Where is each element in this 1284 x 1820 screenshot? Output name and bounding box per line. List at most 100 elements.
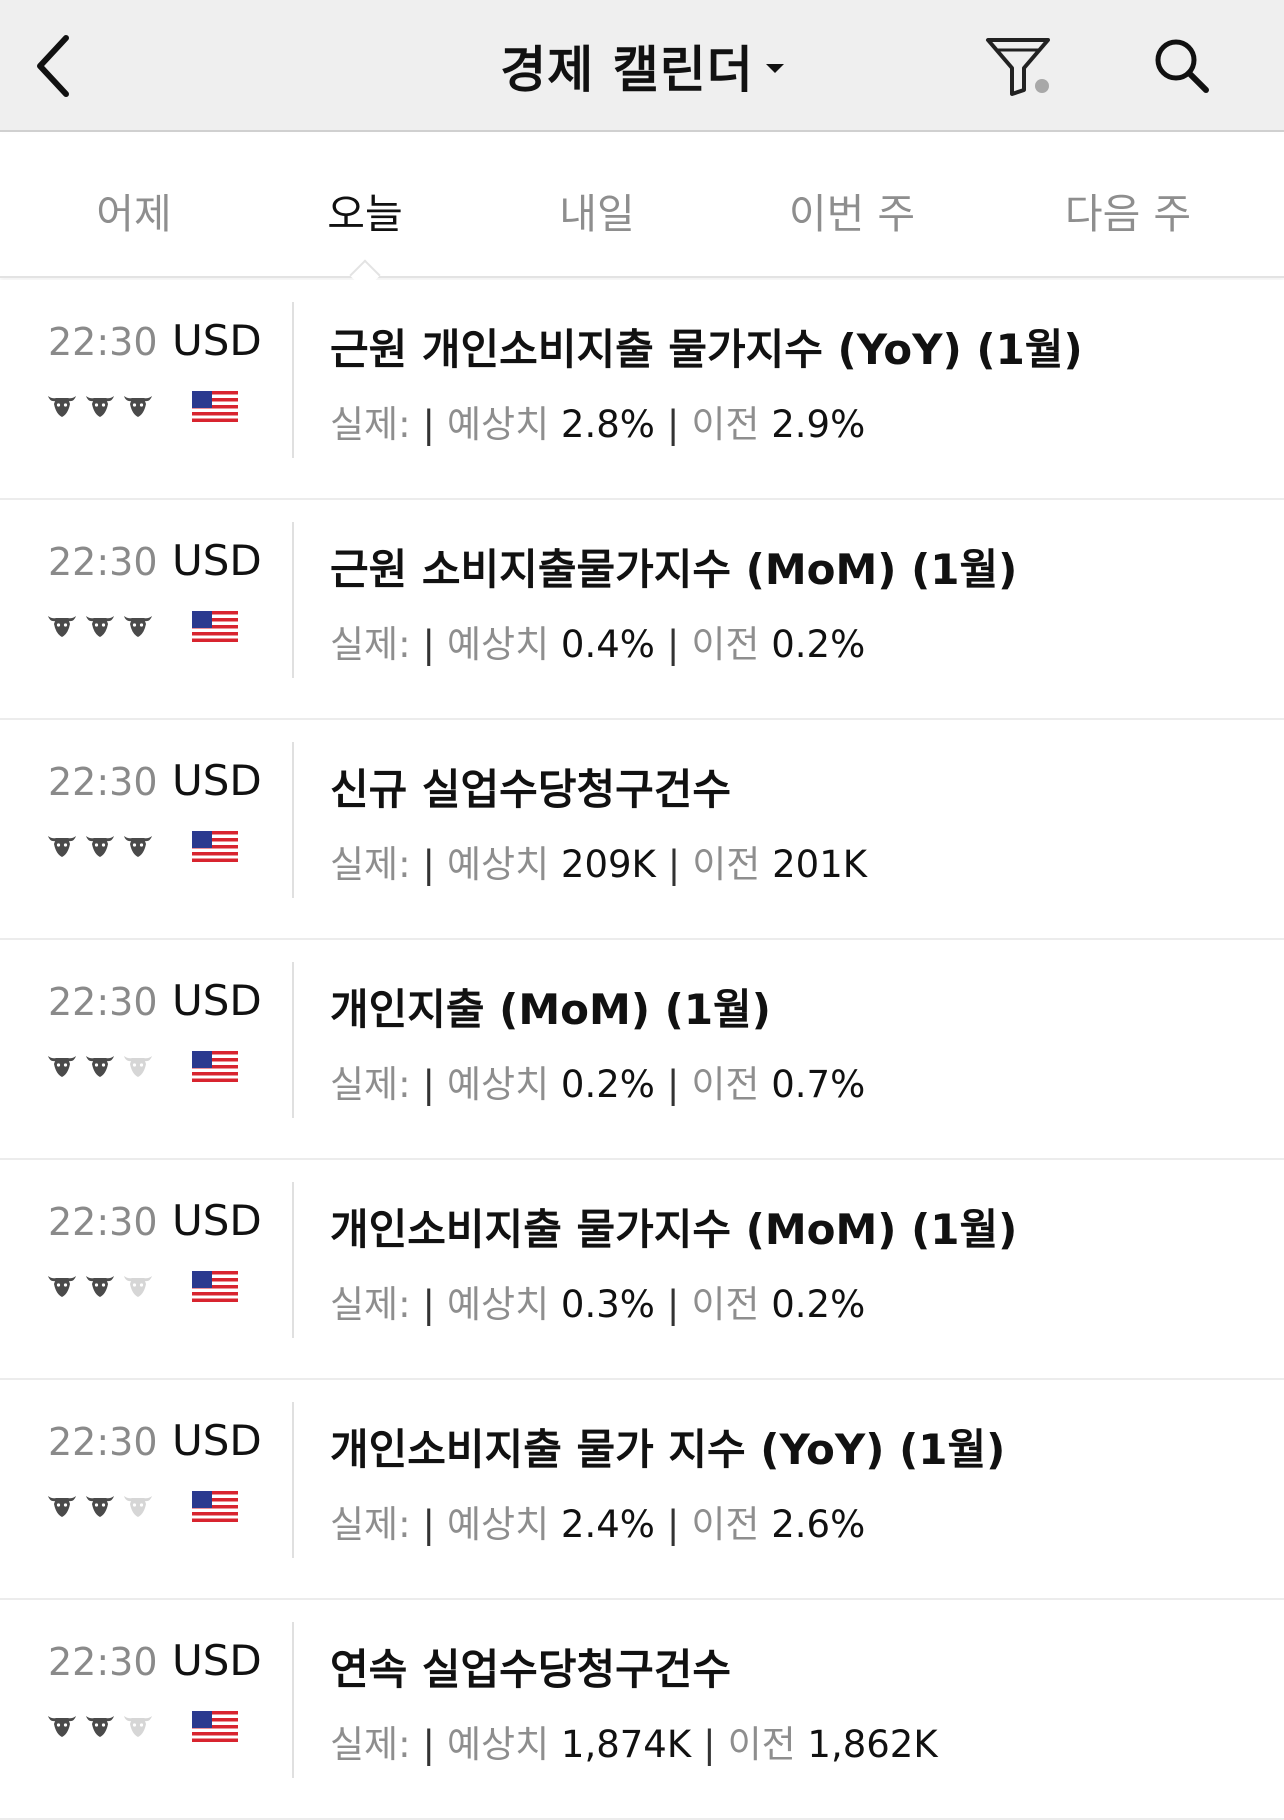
tab-today[interactable]: 오늘 <box>327 180 402 240</box>
event-time: 22:30 <box>48 320 158 364</box>
row-divider <box>292 1622 294 1778</box>
us-flag-icon <box>192 1491 238 1522</box>
us-flag-icon <box>192 1711 238 1742</box>
forecast-label: 예상치 <box>447 1283 550 1326</box>
event-row-6[interactable]: 22:30 USD 개인소비지출 물가 지수 (YoY) (1월) 실제: | 예상… <box>0 1380 1284 1600</box>
event-currency: USD <box>172 1196 262 1245</box>
importance-rating <box>46 390 156 420</box>
event-title: 근원 소비지출물가지수 (MoM) (1월) <box>330 545 1018 594</box>
previous-label: 이전 <box>691 1283 760 1326</box>
tab-tomorrow[interactable]: 내일 <box>559 180 634 240</box>
previous-value: 2.6% <box>771 1503 866 1546</box>
bull-icon <box>86 1496 114 1517</box>
importance-rating <box>46 610 156 640</box>
bull-icon <box>124 1276 152 1297</box>
forecast-label: 예상치 <box>447 1723 550 1766</box>
event-currency: USD <box>172 1636 262 1685</box>
bull-icon <box>124 1056 152 1077</box>
title-dropdown[interactable]: 경제 캘린더 <box>0 30 1284 102</box>
event-title: 신규 실업수당청구건수 <box>330 765 732 814</box>
forecast-label: 예상치 <box>447 1503 550 1546</box>
event-time: 22:30 <box>48 760 158 804</box>
event-title: 근원 개인소비지출 물가지수 (YoY) (1월) <box>330 325 1083 374</box>
forecast-label: 예상치 <box>447 843 550 886</box>
us-flag-icon <box>192 831 238 862</box>
importance-rating <box>46 1050 156 1080</box>
actual-label: 실제: <box>330 1283 411 1326</box>
filter-icon <box>986 38 1050 96</box>
importance-rating <box>46 830 156 860</box>
filter-active-dot-icon <box>1035 79 1049 93</box>
event-title: 연속 실업수당청구건수 <box>330 1645 732 1694</box>
forecast-value: 0.2% <box>560 1063 655 1106</box>
forecast-value: 2.4% <box>560 1503 655 1546</box>
separator: | <box>422 1283 436 1326</box>
actual-label: 실제: <box>330 623 411 666</box>
forecast-value: 0.4% <box>560 623 655 666</box>
event-time: 22:30 <box>48 1640 158 1684</box>
actual-label: 실제: <box>330 1503 411 1546</box>
separator: | <box>422 843 436 886</box>
bull-icon <box>124 836 152 857</box>
separator: | <box>666 623 680 666</box>
search-button[interactable] <box>1146 30 1218 102</box>
event-time: 22:30 <box>48 1420 158 1464</box>
separator: | <box>666 1283 680 1326</box>
event-row-2[interactable]: 22:30 USD 근원 소비지출물가지수 (MoM) (1월) 실제: | 예상치… <box>0 500 1284 720</box>
bull-icon <box>48 616 76 637</box>
importance-rating <box>46 1270 156 1300</box>
tab-yesterday[interactable]: 어제 <box>96 180 171 240</box>
bull-icon <box>86 1276 114 1297</box>
event-title: 개인소비지출 물가지수 (MoM) (1월) <box>330 1205 1018 1254</box>
previous-label: 이전 <box>691 403 760 446</box>
separator: | <box>422 403 436 446</box>
event-row-4[interactable]: 22:30 USD 개인지출 (MoM) (1월) 실제: | 예상치 0.2% | 이… <box>0 940 1284 1160</box>
event-stats: 실제: | 예상치 0.3% | 이전 0.2% <box>330 1274 865 1328</box>
bull-icon <box>86 1716 114 1737</box>
event-stats: 실제: | 예상치 2.8% | 이전 2.9% <box>330 394 865 448</box>
separator: | <box>667 843 681 886</box>
search-icon <box>1155 39 1209 93</box>
event-row-3[interactable]: 22:30 USD 신규 실업수당청구건수 실제: | 예상치 209K | 이전 20… <box>0 720 1284 940</box>
separator: | <box>422 1503 436 1546</box>
tab-next-week[interactable]: 다음 주 <box>1065 180 1191 240</box>
event-currency: USD <box>172 1416 262 1465</box>
separator: | <box>422 1723 436 1766</box>
forecast-label: 예상치 <box>447 623 550 666</box>
forecast-label: 예상치 <box>447 403 550 446</box>
bull-icon <box>48 836 76 857</box>
event-row-5[interactable]: 22:30 USD 개인소비지출 물가지수 (MoM) (1월) 실제: | 예상치… <box>0 1160 1284 1380</box>
tab-this-week[interactable]: 이번 주 <box>789 180 915 240</box>
previous-label: 이전 <box>691 623 760 666</box>
event-stats: 실제: | 예상치 0.2% | 이전 0.7% <box>330 1054 865 1108</box>
previous-value: 201K <box>772 843 868 886</box>
event-row-7[interactable]: 22:30 USD 연속 실업수당청구건수 실제: | 예상치 1,874K | 이전 … <box>0 1600 1284 1820</box>
bull-icon <box>86 396 114 417</box>
actual-label: 실제: <box>330 403 411 446</box>
caret-down-icon <box>765 63 784 73</box>
bull-icon <box>48 1276 76 1297</box>
row-divider <box>292 522 294 678</box>
filter-button[interactable] <box>978 28 1058 104</box>
bull-icon <box>86 836 114 857</box>
previous-label: 이전 <box>691 1063 760 1106</box>
separator: | <box>422 623 436 666</box>
event-row-1[interactable]: 22:30 USD 근원 개인소비지출 물가지수 (YoY) (1월) 실제: |… <box>0 280 1284 500</box>
previous-label: 이전 <box>692 843 761 886</box>
event-title: 개인소비지출 물가 지수 (YoY) (1월) <box>330 1425 1006 1474</box>
previous-value: 0.2% <box>771 623 866 666</box>
bull-icon <box>124 616 152 637</box>
previous-value: 0.7% <box>771 1063 866 1106</box>
bull-icon <box>124 1716 152 1737</box>
event-title: 개인지출 (MoM) (1월) <box>330 985 771 1034</box>
bull-icon <box>124 396 152 417</box>
previous-value: 0.2% <box>771 1283 866 1326</box>
event-stats: 실제: | 예상치 0.4% | 이전 0.2% <box>330 614 865 668</box>
bull-icon <box>48 396 76 417</box>
forecast-value: 1,874K <box>560 1723 692 1766</box>
us-flag-icon <box>192 1271 238 1302</box>
forecast-label: 예상치 <box>447 1063 550 1106</box>
event-time: 22:30 <box>48 540 158 584</box>
row-divider <box>292 742 294 898</box>
bull-icon <box>48 1716 76 1737</box>
